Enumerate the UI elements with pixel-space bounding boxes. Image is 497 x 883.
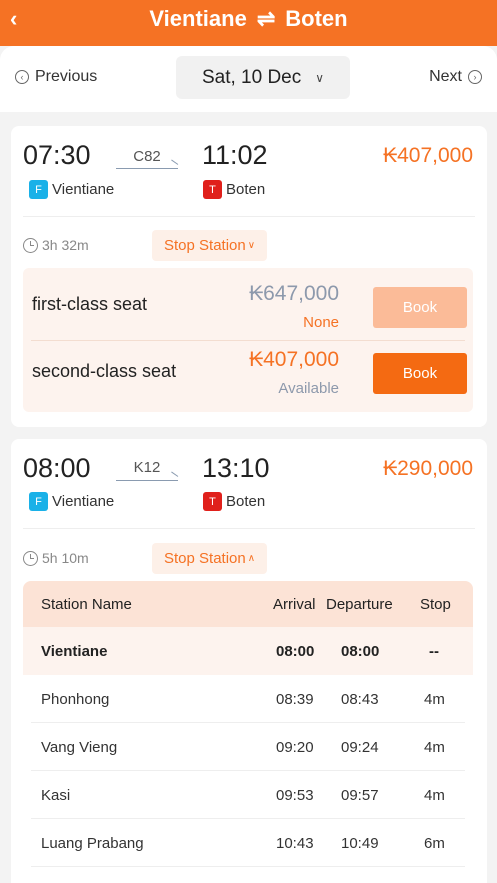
train-number: C82: [133, 148, 161, 165]
column-header: Departure: [326, 596, 393, 613]
clock-icon: [23, 550, 38, 566]
destination-station-name: Boten: [226, 493, 266, 510]
table-row: Luang Prabang 10:43 10:49 6m: [23, 819, 473, 867]
previous-label: Previous: [35, 68, 98, 85]
column-header: Arrival: [273, 596, 316, 613]
stop-duration-cell: 6m: [424, 835, 445, 852]
origin-station-name: Vientiane: [52, 181, 115, 198]
app-header: ‹ Vientiane ⇌ Boten: [0, 0, 497, 46]
column-header: Station Name: [41, 596, 132, 613]
duration-text: 5h 10m: [42, 550, 89, 566]
book-button[interactable]: Book: [373, 353, 467, 394]
arrival-cell: 10:43: [276, 835, 314, 852]
seat-class-name: second-class seat: [32, 361, 177, 381]
table-row: Vang Vieng 09:20 09:24 4m: [23, 723, 473, 771]
departure-cell: 08:43: [341, 691, 379, 708]
origin-station: F Vientiane: [29, 180, 114, 199]
stops-table-header: Station Name Arrival Departure Stop: [23, 581, 473, 627]
route-origin: Vientiane: [149, 6, 247, 31]
column-header: Stop: [420, 596, 451, 613]
from-badge-icon: F: [29, 492, 48, 511]
seat-price: ₭407,000: [249, 348, 339, 371]
departure-time: 07:30: [23, 140, 91, 170]
table-row: Phonhong 08:39 08:43 4m: [23, 675, 473, 723]
train-card[interactable]: 07:30 C82 11:02 ₭407,000 F Vientiane T B…: [11, 126, 487, 427]
seat-class-name: first-class seat: [32, 294, 148, 314]
departure-cell: 09:57: [341, 787, 379, 804]
departure-cell: 08:00: [341, 643, 380, 660]
stop-duration-cell: 4m: [424, 787, 445, 804]
duration: 5h 10m: [23, 550, 89, 566]
stop-station-toggle[interactable]: Stop Station ∨: [152, 230, 268, 261]
route-arrow-icon: [116, 168, 178, 169]
chevron-left-circle-icon: ‹: [15, 70, 29, 84]
stop-station-toggle[interactable]: Stop Station ∧: [152, 543, 268, 574]
from-badge-icon: F: [29, 180, 48, 199]
station-name: Phonhong: [41, 691, 110, 708]
arrival-cell: 09:20: [276, 739, 314, 756]
divider: [23, 216, 475, 217]
swap-icon[interactable]: ⇌: [257, 6, 275, 32]
origin-station: F Vientiane: [29, 492, 114, 511]
seat-options: first-class seat ₭647,000 None Book seco…: [23, 268, 473, 412]
destination-station: T Boten: [203, 492, 265, 511]
chevron-up-icon: ∧: [247, 553, 256, 564]
origin-station-name: Vientiane: [52, 493, 115, 510]
station-name: Kasi: [41, 787, 71, 804]
station-name: Luang Prabang: [41, 835, 144, 852]
selected-date: Sat, 10 Dec: [201, 66, 302, 88]
next-day-button[interactable]: Next ›: [429, 68, 482, 86]
duration: 3h 32m: [23, 237, 89, 253]
lowest-price: ₭407,000: [383, 144, 473, 167]
date-selector-bar: ‹ Previous Sat, 10 Dec ∨ Next ›: [0, 46, 497, 112]
arrival-cell: 08:39: [276, 691, 314, 708]
duration-text: 3h 32m: [42, 237, 89, 253]
departure-cell: 10:49: [341, 835, 379, 852]
date-dropdown[interactable]: Sat, 10 Dec ∨: [176, 56, 350, 99]
chevron-down-icon: ∨: [247, 240, 256, 251]
divider: [31, 866, 465, 867]
station-name: Vang Vieng: [41, 739, 118, 756]
destination-station: T Boten: [203, 180, 265, 199]
seat-availability: Available: [278, 380, 339, 397]
chevron-right-circle-icon: ›: [468, 70, 482, 84]
train-number: K12: [133, 459, 161, 476]
previous-day-button[interactable]: ‹ Previous: [15, 68, 97, 86]
train-card[interactable]: 08:00 K12 13:10 ₭290,000 F Vientiane T B…: [11, 439, 487, 883]
route-arrow-icon: [116, 480, 178, 481]
destination-station-name: Boten: [226, 181, 266, 198]
table-row: Vientiane 08:00 08:00 --: [23, 627, 473, 675]
stop-station-label: Stop Station: [164, 550, 246, 567]
next-label: Next: [429, 68, 462, 85]
seat-availability: None: [303, 314, 339, 331]
arrival-cell: 08:00: [276, 643, 315, 660]
book-button-disabled: Book: [373, 287, 467, 328]
stop-duration-cell: 4m: [424, 739, 445, 756]
lowest-price: ₭290,000: [383, 457, 473, 480]
divider: [23, 528, 475, 529]
stop-duration-cell: 4m: [424, 691, 445, 708]
stops-table: Station Name Arrival Departure Stop Vien…: [23, 581, 473, 883]
departure-cell: 09:24: [341, 739, 379, 756]
departure-time: 08:00: [23, 453, 91, 483]
arrival-time: 11:02: [202, 140, 268, 170]
to-badge-icon: T: [203, 180, 222, 199]
to-badge-icon: T: [203, 492, 222, 511]
seat-price: ₭647,000: [249, 282, 339, 305]
divider: [31, 340, 465, 341]
stop-duration-cell: --: [429, 643, 439, 660]
arrival-time: 13:10: [202, 453, 270, 483]
station-name: Vientiane: [41, 643, 108, 660]
route-destination: Boten: [285, 6, 348, 31]
stop-station-label: Stop Station: [164, 237, 246, 254]
chevron-down-icon: ∨: [315, 70, 325, 85]
route-title: Vientiane ⇌ Boten: [0, 6, 497, 32]
table-row: Kasi 09:53 09:57 4m: [23, 771, 473, 819]
clock-icon: [23, 237, 38, 253]
arrival-cell: 09:53: [276, 787, 314, 804]
